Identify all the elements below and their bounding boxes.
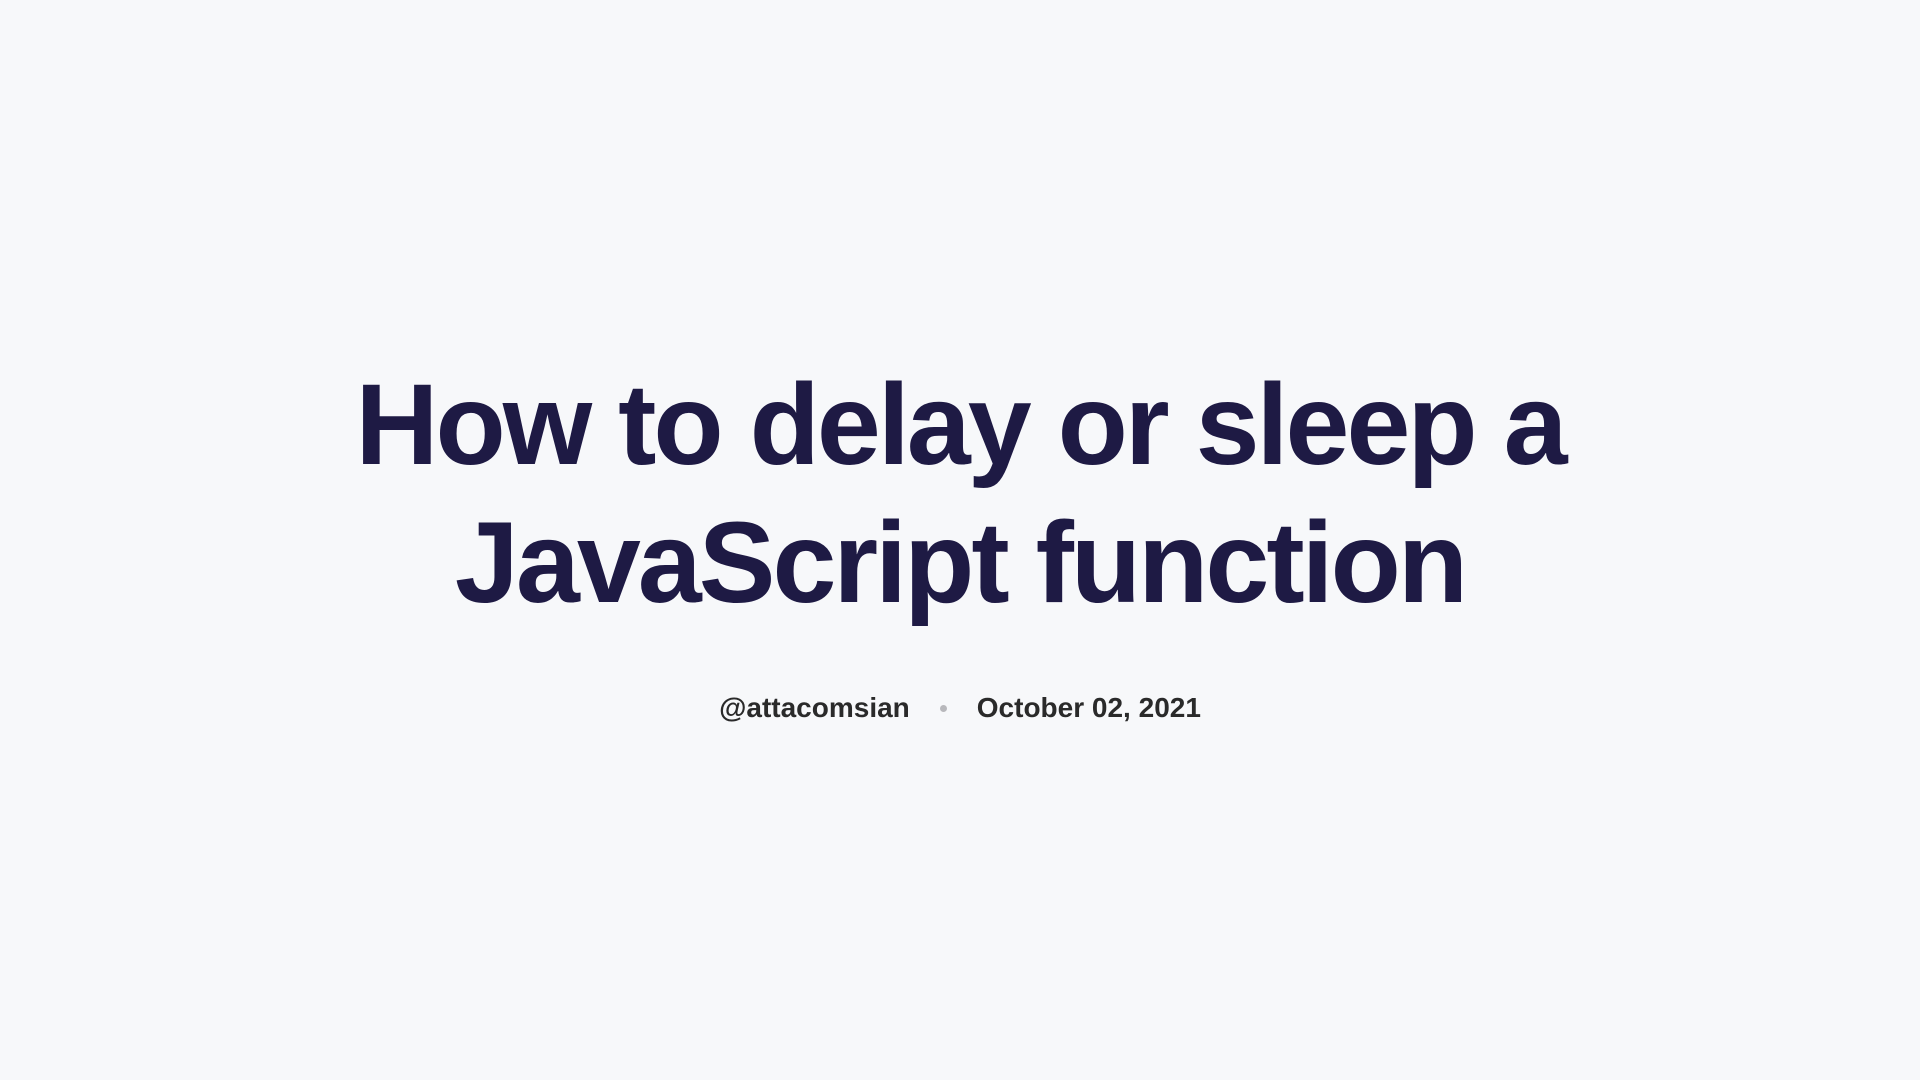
article-meta: @attacomsian October 02, 2021 — [260, 692, 1660, 724]
separator-dot — [940, 705, 947, 712]
article-date: October 02, 2021 — [977, 692, 1201, 724]
article-header: How to delay or sleep a JavaScript funct… — [260, 356, 1660, 724]
article-author: @attacomsian — [719, 692, 910, 724]
article-title: How to delay or sleep a JavaScript funct… — [260, 356, 1660, 632]
